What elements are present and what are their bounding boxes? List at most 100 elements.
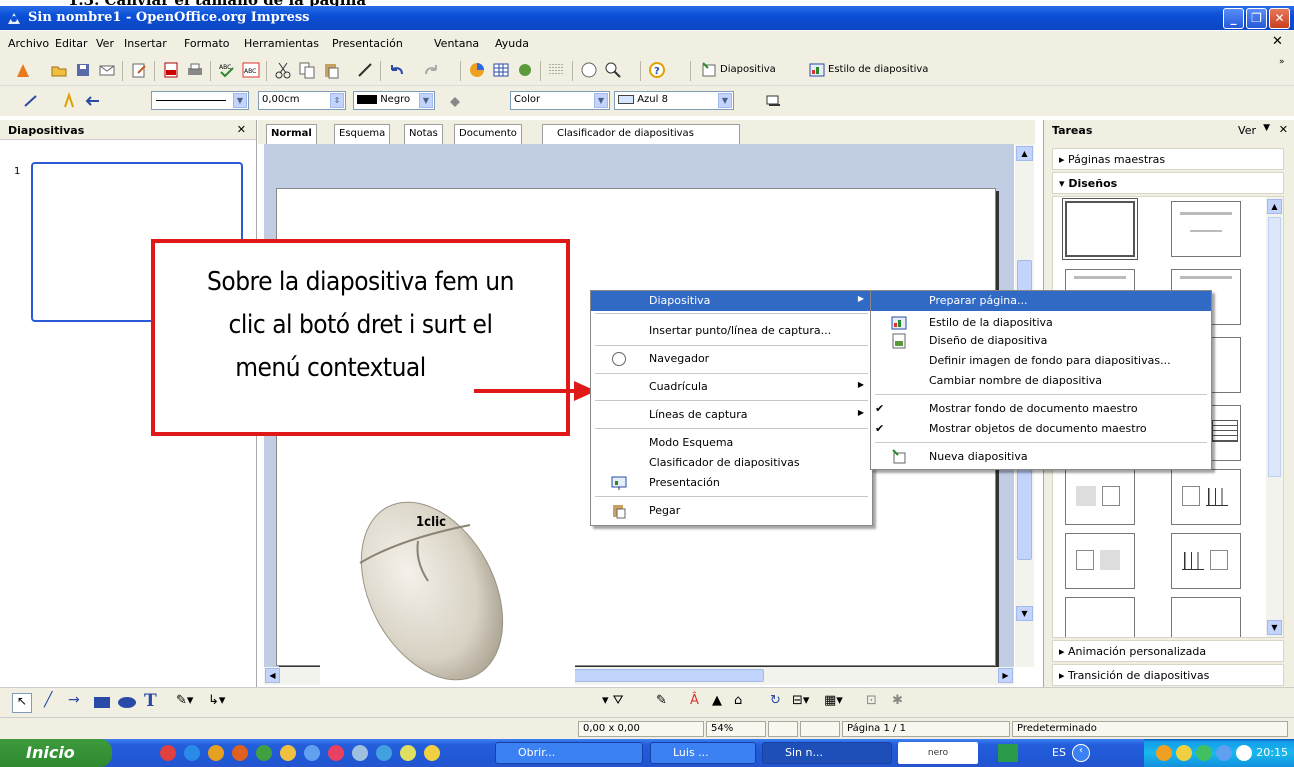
quicklaunch-icon[interactable] [376,745,392,761]
menu-item-presentacion[interactable]: Presentación [591,473,872,493]
menu-herramientas[interactable]: Herramientas [244,37,319,50]
slide-transition-section[interactable]: ▸ Transición de diapositivas [1052,664,1284,686]
clone-format-icon[interactable] [356,61,374,79]
menu-item-modo-esquema[interactable]: Modo Esquema [591,433,872,453]
quicklaunch-icon[interactable] [400,745,416,761]
menu-ver[interactable]: Ver [96,37,114,50]
menu-insertar[interactable]: Insertar [124,37,167,50]
quicklaunch-icon[interactable] [208,745,224,761]
submenu-item-cambiar-nombre[interactable]: Cambiar nombre de diapositiva [871,371,1211,391]
save-icon[interactable] [74,61,92,79]
print-icon[interactable] [186,61,204,79]
line-icon[interactable] [60,92,78,110]
layout-text-chart-2[interactable] [1171,469,1241,525]
new-slide-icon[interactable] [700,61,718,79]
status-zoom[interactable]: 54% [706,721,766,737]
slide-style-button[interactable]: Estilo de diapositiva [828,64,928,75]
menu-formato[interactable]: Formato [184,37,230,50]
menu-presentacion[interactable]: Presentación [332,37,403,50]
menu-item-cuadricula[interactable]: Cuadrícula ▶ [591,377,872,397]
effects-icon[interactable]: ✱ [892,693,903,708]
minimize-button[interactable]: _ [1223,8,1244,29]
quicklaunch-icon[interactable] [352,745,368,761]
menu-item-lineas-captura[interactable]: Líneas de captura ▶ [591,405,872,425]
close-slides-pane-icon[interactable]: ✕ [237,123,246,136]
tasks-view-dropdown-icon[interactable]: ▼ [1263,123,1270,133]
area-style-select[interactable]: Color ▼ [510,91,610,110]
zoom-icon[interactable] [604,61,622,79]
tasks-view-menu[interactable]: Ver [1238,124,1256,137]
tab-clasificador[interactable]: Clasificador de diapositivas [542,124,740,144]
tray-icon[interactable] [1236,745,1252,761]
taskbar-button-luis[interactable]: Luis ... [650,742,756,764]
points-tool-icon[interactable]: ▾ ⛛ [602,693,624,708]
quicklaunch-icon[interactable] [424,745,440,761]
slide-button[interactable]: Diapositiva [720,64,776,75]
close-document-icon[interactable]: ✕ [1272,34,1283,49]
master-pages-section[interactable]: ▸ Páginas maestras [1052,148,1284,170]
slide-style-icon[interactable] [808,61,826,79]
rectangle-tool-icon[interactable] [94,697,110,708]
copy-icon[interactable] [298,61,316,79]
tab-notas[interactable]: Notas [404,124,443,144]
arrow-tray-icon[interactable] [998,744,1018,762]
menu-ventana[interactable]: Ventana [434,37,479,50]
scroll-left-icon[interactable]: ◀ [265,668,280,683]
line-width-input[interactable]: 0,00cm ⇕ [258,91,346,110]
layouts-scrollbar[interactable]: ▲ ▼ [1266,197,1283,637]
paste-icon[interactable] [322,61,340,79]
layout-four-objects[interactable] [1171,597,1241,637]
custom-animation-section[interactable]: ▸ Animación personalizada [1052,640,1284,662]
line-color-select[interactable]: Negro ▼ [353,91,435,110]
connector-tool-icon[interactable]: ↳▾ [208,693,225,708]
tray-icon[interactable] [1176,745,1192,761]
chart-icon[interactable] [468,61,486,79]
submenu-item-mostrar-fondo[interactable]: ✔ Mostrar fondo de documento maestro [871,399,1211,419]
clock[interactable]: 20:15 [1256,746,1288,759]
select-tool-icon[interactable]: ↖ [12,693,32,713]
fontwork-icon[interactable]: Â [690,693,699,708]
taskbar-button-sin-nombre[interactable]: Sin n... [762,742,892,764]
submenu-item-mostrar-objetos[interactable]: ✔ Mostrar objetos de documento maestro [871,419,1211,439]
export-pdf-icon[interactable] [162,61,180,79]
nero-search-box[interactable]: nero [898,742,978,764]
scroll-down-icon[interactable]: ▼ [1016,606,1033,621]
quicklaunch-icon[interactable] [256,745,272,761]
cut-icon[interactable] [274,61,292,79]
rotate-icon[interactable]: ↻ [770,693,781,708]
quicklaunch-icon[interactable] [280,745,296,761]
grid-icon[interactable] [548,61,566,79]
close-tasks-pane-icon[interactable]: ✕ [1279,123,1288,136]
menu-ayuda[interactable]: Ayuda [495,37,529,50]
arrange-icon[interactable]: ▦▾ [824,693,843,708]
submenu-item-imagen-fondo[interactable]: Definir imagen de fondo para diapositiva… [871,351,1211,371]
tray-icon[interactable] [1156,745,1172,761]
autospellcheck-icon[interactable]: ABC [242,61,260,79]
scroll-right-icon[interactable]: ▶ [998,668,1013,683]
menu-archivo[interactable]: Archivo [8,37,49,50]
align-icon[interactable]: ⊟▾ [792,693,809,708]
submenu-item-preparar-pagina[interactable]: Preparar página... [871,291,1211,311]
language-menu-icon[interactable]: ‹ [1072,744,1090,762]
menu-editar[interactable]: Editar [55,37,88,50]
extrusion-icon[interactable]: ⊡ [866,693,877,708]
email-icon[interactable] [98,61,116,79]
tray-icon[interactable] [1196,745,1212,761]
table-icon[interactable] [492,61,510,79]
open-icon[interactable] [50,61,68,79]
layout-chart-text[interactable] [1171,533,1241,589]
layout-text-object-2[interactable] [1065,597,1135,637]
quicklaunch-icon[interactable] [328,745,344,761]
submenu-item-estilo[interactable]: Estilo de la diapositiva [871,313,1211,333]
undo-icon[interactable] [388,61,406,79]
redo-icon[interactable] [422,61,440,79]
toolbar-overflow-icon[interactable]: » [1279,57,1285,67]
menu-item-diapositiva[interactable]: Diapositiva ▶ [591,291,872,311]
submenu-item-nueva[interactable]: Nueva diapositiva [871,447,1211,467]
glue-points-icon[interactable]: ✎ [656,693,667,708]
display-grid-icon[interactable] [516,61,534,79]
line-style-icon[interactable] [22,92,40,110]
quicklaunch-icon[interactable] [232,745,248,761]
new-icon[interactable] [14,61,32,79]
scroll-up-icon[interactable]: ▲ [1016,146,1033,161]
